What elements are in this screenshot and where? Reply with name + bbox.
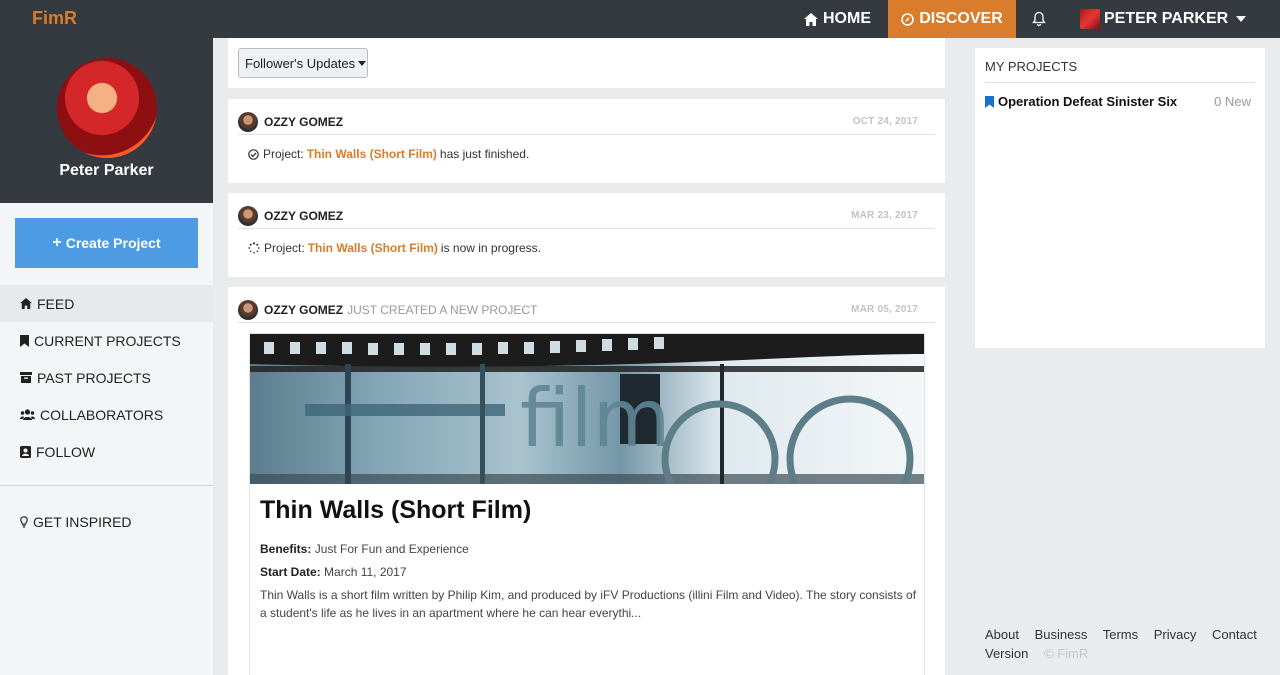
project-banner-image: film bbox=[250, 334, 924, 484]
footer-link-contact[interactable]: Contact bbox=[1212, 627, 1257, 642]
footer-link-terms[interactable]: Terms bbox=[1103, 627, 1138, 642]
post-body: Project: Thin Walls (Short Film) is now … bbox=[248, 241, 541, 255]
sidebar-divider bbox=[0, 485, 213, 486]
post-prefix: Project: bbox=[263, 147, 304, 161]
post-action: JUST CREATED A NEW PROJECT bbox=[347, 302, 538, 317]
chevron-down-icon bbox=[1236, 16, 1247, 22]
feed-post: OZZY GOMEZ OCT 24, 2017 Project: Thin Wa… bbox=[228, 99, 945, 183]
benefits-value: Just For Fun and Experience bbox=[314, 542, 469, 556]
footer-links: About Business Terms Privacy Contact Ver… bbox=[985, 625, 1275, 663]
sidebar-item-current-projects[interactable]: CURRENT PROJECTS bbox=[0, 322, 213, 359]
post-author[interactable]: OZZY GOMEZ bbox=[264, 303, 343, 317]
my-project-item[interactable]: Operation Defeat Sinister Six 0 New bbox=[985, 94, 1251, 109]
my-project-title: Operation Defeat Sinister Six bbox=[998, 94, 1178, 109]
home-icon bbox=[804, 12, 818, 26]
sidebar-item-feed[interactable]: FEED bbox=[0, 285, 213, 322]
project-card[interactable]: film Thin Walls (Short Film) Benefits: J… bbox=[249, 333, 925, 675]
create-project-label: Create Project bbox=[65, 235, 161, 251]
create-project-button[interactable]: + Create Project bbox=[15, 218, 198, 268]
profile-name[interactable]: Peter Parker bbox=[0, 162, 213, 180]
project-start-date: Start Date: March 11, 2017 bbox=[260, 565, 407, 579]
post-header: OZZY GOMEZ MAR 23, 2017 bbox=[238, 203, 935, 229]
post-header: OZZY GOMEZ JUST CREATED A NEW PROJECT MA… bbox=[238, 297, 935, 323]
post-body: Project: Thin Walls (Short Film) has jus… bbox=[248, 147, 529, 161]
footer-link-privacy[interactable]: Privacy bbox=[1154, 627, 1197, 642]
user-menu-label: PETER PARKER bbox=[1104, 10, 1229, 27]
spinner-icon bbox=[248, 242, 260, 254]
my-projects-heading: MY PROJECTS bbox=[985, 59, 1255, 83]
sidebar-item-label: FOLLOW bbox=[36, 443, 96, 460]
project-title[interactable]: Thin Walls (Short Film) bbox=[260, 496, 531, 525]
archive-icon bbox=[20, 372, 32, 383]
avatar[interactable] bbox=[238, 205, 258, 226]
post-author[interactable]: OZZY GOMEZ bbox=[264, 209, 343, 223]
sidebar-item-collaborators[interactable]: COLLABORATORS bbox=[0, 396, 213, 433]
project-link[interactable]: Thin Walls (Short Film) bbox=[308, 241, 438, 255]
nav-home[interactable]: HOME bbox=[804, 0, 871, 38]
footer-link-version[interactable]: Version bbox=[985, 646, 1028, 661]
my-project-count: 0 New bbox=[1214, 94, 1251, 109]
notifications-button[interactable] bbox=[1032, 0, 1051, 38]
avatar[interactable] bbox=[238, 299, 258, 320]
feed-filter-panel: Follower's Updates bbox=[228, 38, 945, 88]
footer-link-business[interactable]: Business bbox=[1035, 627, 1088, 642]
nav-discover[interactable]: DISCOVER bbox=[888, 0, 1016, 38]
post-prefix: Project: bbox=[264, 241, 305, 255]
profile-panel: Peter Parker bbox=[0, 38, 213, 203]
compass-icon bbox=[901, 12, 915, 26]
sidebar-item-label: FEED bbox=[37, 295, 75, 312]
user-avatar bbox=[1080, 9, 1100, 29]
footer-copyright: © FimR bbox=[1044, 646, 1089, 661]
sidebar-menu: FEED CURRENT PROJECTS PAST PROJECTS COLL… bbox=[0, 285, 213, 470]
nav-discover-label: DISCOVER bbox=[919, 10, 1003, 27]
start-date-value: March 11, 2017 bbox=[324, 565, 407, 579]
sidebar-item-get-inspired[interactable]: GET INSPIRED bbox=[0, 503, 213, 540]
project-benefits: Benefits: Just For Fun and Experience bbox=[260, 542, 469, 556]
feed-post: OZZY GOMEZ JUST CREATED A NEW PROJECT MA… bbox=[228, 287, 945, 675]
brand-logo[interactable]: FimR bbox=[32, 8, 77, 29]
post-date: OCT 24, 2017 bbox=[852, 116, 918, 127]
feed-filter-label: Follower's Updates bbox=[245, 55, 356, 71]
avatar[interactable] bbox=[238, 111, 258, 132]
check-circle-icon bbox=[248, 148, 259, 160]
users-icon bbox=[20, 409, 35, 420]
sidebar-item-label: COLLABORATORS bbox=[40, 406, 164, 423]
address-book-icon bbox=[20, 445, 31, 458]
left-sidebar: Peter Parker + Create Project FEED CURRE… bbox=[0, 38, 213, 675]
film-strip-graphic: film bbox=[250, 334, 924, 484]
project-link[interactable]: Thin Walls (Short Film) bbox=[307, 147, 437, 161]
lightbulb-icon bbox=[20, 515, 28, 528]
sidebar-item-get-inspired-wrap: GET INSPIRED bbox=[0, 503, 213, 540]
banner-film-text: film bbox=[520, 372, 671, 465]
sidebar-item-past-projects[interactable]: PAST PROJECTS bbox=[0, 359, 213, 396]
my-projects-panel: MY PROJECTS Operation Defeat Sinister Si… bbox=[975, 48, 1265, 348]
post-suffix: is now in progress. bbox=[440, 241, 541, 255]
user-menu[interactable]: PETER PARKER bbox=[1080, 0, 1247, 38]
bookmark-icon bbox=[985, 95, 994, 108]
post-date: MAR 23, 2017 bbox=[851, 210, 918, 221]
post-header: OZZY GOMEZ OCT 24, 2017 bbox=[238, 109, 935, 135]
home-icon bbox=[20, 298, 32, 309]
footer-link-about[interactable]: About bbox=[985, 627, 1019, 642]
start-date-label: Start Date: bbox=[260, 565, 321, 579]
top-navbar: FimR HOME DISCOVER PETER PARKER bbox=[0, 0, 1280, 38]
post-suffix: has just finished. bbox=[439, 147, 530, 161]
post-date: MAR 05, 2017 bbox=[851, 304, 918, 315]
sidebar-item-label: CURRENT PROJECTS bbox=[34, 332, 181, 349]
nav-home-label: HOME bbox=[823, 10, 871, 27]
project-description: Thin Walls is a short film written by Ph… bbox=[260, 588, 917, 620]
chevron-down-icon bbox=[358, 60, 367, 66]
plus-icon: + bbox=[52, 234, 62, 251]
post-author[interactable]: OZZY GOMEZ bbox=[264, 115, 343, 129]
bookmark-icon bbox=[20, 334, 29, 347]
sidebar-item-label: PAST PROJECTS bbox=[37, 369, 151, 386]
sidebar-item-label: GET INSPIRED bbox=[33, 513, 132, 530]
avatar[interactable] bbox=[57, 58, 157, 158]
sidebar-item-follow[interactable]: FOLLOW bbox=[0, 433, 213, 470]
benefits-label: Benefits: bbox=[260, 542, 312, 556]
bell-icon bbox=[1032, 11, 1046, 27]
feed-post: OZZY GOMEZ MAR 23, 2017 Project: Thin Wa… bbox=[228, 193, 945, 277]
feed-filter-dropdown[interactable]: Follower's Updates bbox=[238, 48, 368, 78]
